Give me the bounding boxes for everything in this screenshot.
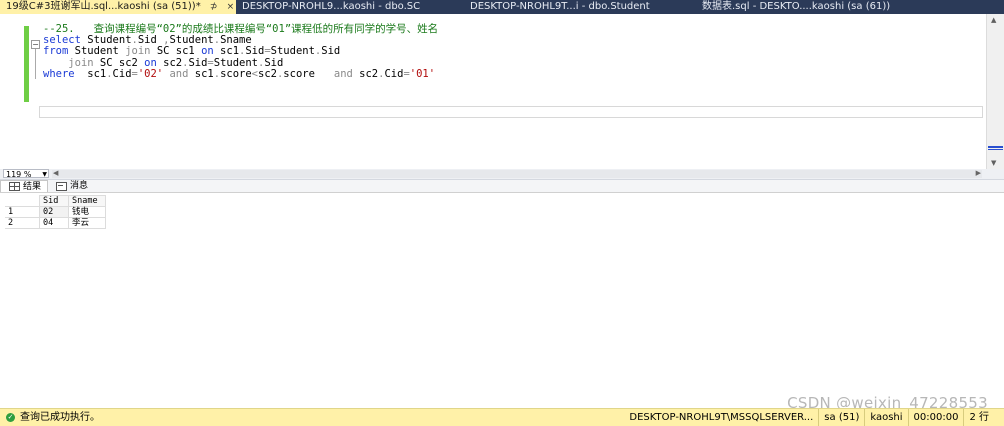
string-literal: '02' bbox=[137, 67, 164, 80]
success-check-icon: ✓ bbox=[6, 413, 15, 422]
code-token: SC sc2 bbox=[93, 56, 145, 69]
close-icon[interactable]: × bbox=[227, 2, 235, 12]
cell-sname[interactable]: 钱电 bbox=[68, 206, 106, 218]
status-bar: ✓ 查询已成功执行。 DESKTOP-NROHL9T\MSSQLSERVER..… bbox=[0, 408, 1004, 426]
code-token: sc2 bbox=[258, 67, 277, 80]
code-token: score bbox=[283, 67, 334, 80]
status-database: kaoshi bbox=[864, 409, 907, 426]
editor-horizontal-scrollbar[interactable]: ◀ ▶ bbox=[52, 169, 982, 178]
status-elapsed: 00:00:00 bbox=[907, 409, 964, 426]
tab-results-label: 结果 bbox=[23, 181, 42, 192]
editor-bottom-bar: 119 % ▼ ◀ ▶ bbox=[0, 169, 1004, 180]
code-token: Sid bbox=[321, 45, 341, 58]
keyword-join: join bbox=[68, 56, 94, 69]
grid-icon bbox=[9, 182, 20, 191]
keyword-and: and bbox=[163, 67, 189, 80]
collapse-icon[interactable]: − bbox=[31, 40, 40, 49]
code-token: Sid bbox=[264, 56, 284, 69]
cell-sid[interactable]: 02 bbox=[39, 206, 69, 218]
status-server: DESKTOP-NROHL9T\MSSQLSERVER... bbox=[629, 412, 814, 423]
scroll-right-icon[interactable]: ▶ bbox=[976, 169, 981, 177]
code-token: , bbox=[156, 34, 170, 47]
keyword-and: and bbox=[333, 67, 353, 80]
status-user: sa (51) bbox=[818, 409, 864, 426]
column-header-sid[interactable]: Sid bbox=[39, 195, 69, 207]
code-token: sc1 bbox=[188, 67, 214, 80]
grid-header-row: Sid Sname bbox=[5, 195, 106, 207]
code-token: sc1 bbox=[74, 67, 107, 80]
string-literal: '01' bbox=[409, 67, 436, 80]
keyword-join: join bbox=[125, 45, 151, 58]
code-token: Student bbox=[68, 45, 126, 58]
code-token: Cid bbox=[384, 67, 404, 80]
tab-dbo-student[interactable]: DESKTOP-NROHL9T...i - dbo.Student bbox=[464, 0, 696, 14]
code-token: Cid bbox=[112, 67, 132, 80]
keyword-on: on bbox=[144, 56, 157, 69]
tab-label: DESKTOP-NROHL9T...i - dbo.Student bbox=[470, 1, 650, 12]
sql-editor[interactable]: − --25. 查询课程编号“02”的成绩比课程编号“01”课程低的所有同学的学… bbox=[0, 14, 1004, 170]
chevron-down-icon: ▼ bbox=[42, 171, 47, 178]
zoom-value: 119 % bbox=[6, 170, 32, 179]
status-info: DESKTOP-NROHL9T\MSSQLSERVER... sa (51) k… bbox=[624, 409, 994, 426]
code-token: Sid bbox=[137, 34, 157, 47]
table-row[interactable]: 1 02 钱电 bbox=[5, 206, 106, 218]
scroll-left-icon[interactable]: ◀ bbox=[53, 169, 58, 177]
document-tab-strip: 19级C#3班谢军山.sql...kaoshi (sa (51))* ⊅ × D… bbox=[0, 0, 1004, 14]
row-number[interactable]: 2 bbox=[5, 217, 40, 229]
results-tab-strip: 结果 消息 bbox=[0, 180, 1004, 193]
scroll-down-icon[interactable]: ▼ bbox=[991, 159, 996, 167]
keyword-select: select bbox=[43, 34, 81, 47]
current-line-highlight bbox=[39, 106, 983, 118]
saved-change-bar bbox=[24, 26, 29, 88]
cell-sid[interactable]: 04 bbox=[39, 217, 69, 229]
unsaved-change-bar bbox=[24, 88, 29, 102]
tab-label: 19级C#3班谢军山.sql...kaoshi (sa (51))* bbox=[6, 1, 201, 12]
code-token: Sname bbox=[220, 34, 252, 47]
row-number[interactable]: 1 bbox=[5, 206, 40, 218]
fold-guide bbox=[35, 49, 36, 79]
keyword-from: from bbox=[43, 45, 69, 58]
tab-dbo-sc[interactable]: DESKTOP-NROHL9...kaoshi - dbo.SC bbox=[236, 0, 464, 14]
pin-icon[interactable]: ⊅ bbox=[210, 2, 218, 12]
status-message: ✓ 查询已成功执行。 bbox=[6, 409, 100, 426]
code-token: score bbox=[220, 67, 252, 80]
tab-results[interactable]: 结果 bbox=[0, 180, 49, 192]
results-grid-pane: Sid Sname 1 02 钱电 2 04 李云 CSDN @weixin_4… bbox=[0, 193, 1004, 412]
code-token: sc2 bbox=[156, 56, 183, 69]
table-row[interactable]: 2 04 李云 bbox=[5, 217, 106, 229]
code-token: Student bbox=[213, 56, 259, 69]
code-token: Student bbox=[80, 34, 132, 47]
column-header-sname[interactable]: Sname bbox=[68, 195, 106, 207]
cell-sname[interactable]: 李云 bbox=[68, 217, 106, 229]
code-token: Sid bbox=[188, 56, 208, 69]
code-token: Student bbox=[270, 45, 315, 58]
code-token: Sid bbox=[245, 45, 265, 58]
row-header-corner[interactable] bbox=[5, 195, 40, 207]
message-icon bbox=[56, 181, 68, 191]
scroll-position-marker bbox=[988, 146, 1003, 148]
editor-gutter bbox=[0, 14, 24, 169]
tab-label: DESKTOP-NROHL9...kaoshi - dbo.SC bbox=[242, 1, 421, 12]
code-token: sc1 bbox=[213, 45, 240, 58]
tab-messages-label: 消息 bbox=[70, 181, 89, 191]
keyword-where: where bbox=[43, 67, 75, 80]
scroll-up-icon[interactable]: ▲ bbox=[991, 16, 996, 24]
tab-data-table-sql[interactable]: 数据表.sql - DESKTO....kaoshi (sa (61)) bbox=[696, 0, 1004, 14]
zoom-select[interactable]: 119 % ▼ bbox=[3, 169, 49, 179]
status-row-count: 2 行 bbox=[963, 409, 994, 426]
code-token: SC sc1 bbox=[150, 45, 202, 58]
editor-vertical-scrollbar[interactable]: ▲ ▼ bbox=[986, 14, 1004, 169]
code-token: sc2 bbox=[352, 67, 379, 80]
tab-messages[interactable]: 消息 bbox=[48, 180, 94, 192]
keyword-on: on bbox=[201, 45, 214, 58]
code-token: Student bbox=[169, 34, 214, 47]
status-message-text: 查询已成功执行。 bbox=[20, 412, 100, 423]
tab-label: 数据表.sql - DESKTO....kaoshi (sa (61)) bbox=[702, 1, 891, 12]
tab-query-file[interactable]: 19级C#3班谢军山.sql...kaoshi (sa (51))* ⊅ × bbox=[0, 0, 236, 14]
results-grid[interactable]: Sid Sname 1 02 钱电 2 04 李云 bbox=[5, 195, 106, 229]
code-text[interactable]: --25. 查询课程编号“02”的成绩比课程编号“01”课程低的所有同学的学号、… bbox=[43, 23, 439, 80]
code-comment: --25. 查询课程编号“02”的成绩比课程编号“01”课程低的所有同学的学号、… bbox=[43, 23, 439, 35]
scroll-position-marker bbox=[988, 149, 1003, 150]
